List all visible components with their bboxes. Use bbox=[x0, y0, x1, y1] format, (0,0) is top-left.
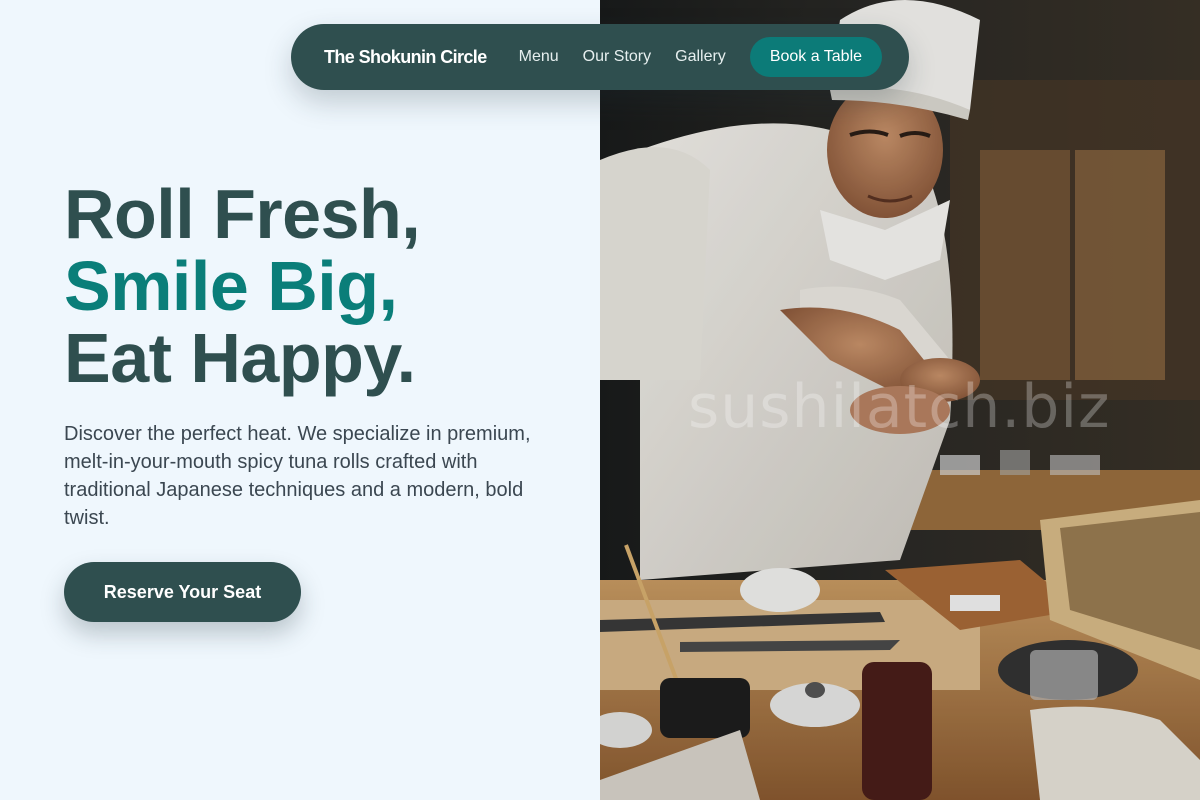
hero-headline: Roll Fresh, Smile Big, Eat Happy. bbox=[64, 175, 421, 397]
nav-link-menu[interactable]: Menu bbox=[519, 48, 559, 66]
photo-watermark: sushilatch.biz bbox=[688, 372, 1111, 442]
top-navigation-bar: The Shokunin Circle Menu Our Story Galle… bbox=[291, 24, 909, 90]
book-a-table-button[interactable]: Book a Table bbox=[749, 37, 883, 77]
chef-preparing-sushi-photo: sushilatch.biz bbox=[600, 0, 1200, 800]
nav-link-our-story[interactable]: Our Story bbox=[583, 48, 651, 66]
headline-line-2: Smile Big, bbox=[64, 247, 398, 325]
nav-link-gallery[interactable]: Gallery bbox=[675, 48, 726, 66]
headline-line-1: Roll Fresh, bbox=[64, 175, 421, 253]
hero-description: Discover the perfect heat. We specialize… bbox=[64, 423, 531, 529]
hero-content-panel bbox=[0, 0, 600, 800]
reserve-your-seat-button[interactable]: Reserve Your Seat bbox=[64, 562, 301, 622]
headline-line-3: Eat Happy. bbox=[64, 319, 416, 397]
brand-logo-text[interactable]: The Shokunin Circle bbox=[324, 47, 487, 68]
